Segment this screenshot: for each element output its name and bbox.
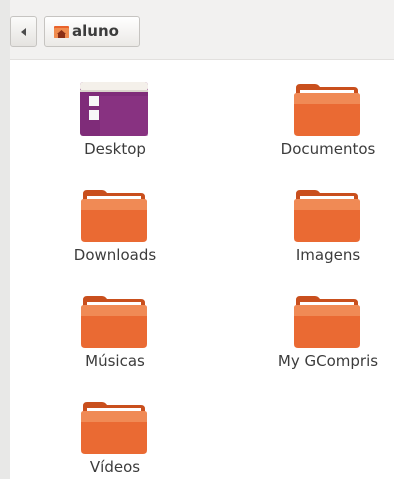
folder-icon	[81, 190, 147, 242]
item-imagens[interactable]: Imagens	[258, 188, 394, 278]
folder-icon	[81, 296, 147, 348]
item-musicas[interactable]: Músicas	[45, 294, 185, 384]
breadcrumb-home[interactable]: aluno	[44, 16, 140, 47]
left-strip	[0, 0, 10, 479]
breadcrumb-label: aluno	[72, 22, 119, 40]
item-label: Desktop	[84, 140, 146, 158]
back-button[interactable]	[10, 16, 37, 47]
item-label: My GCompris	[277, 352, 379, 370]
folder-icon	[294, 84, 360, 136]
item-label: Músicas	[85, 352, 145, 370]
item-downloads[interactable]: Downloads	[45, 188, 185, 278]
item-label: Imagens	[295, 246, 361, 264]
file-manager-window: aluno Desktop Documentos Downloads Image…	[0, 0, 394, 479]
folder-icon	[294, 296, 360, 348]
item-my-gcompris[interactable]: My GCompris	[258, 294, 394, 384]
folder-icon	[81, 402, 147, 454]
item-label: Vídeos	[89, 458, 141, 476]
folder-icon	[294, 190, 360, 242]
home-folder-icon	[54, 26, 69, 38]
item-documentos[interactable]: Documentos	[258, 82, 394, 172]
item-desktop[interactable]: Desktop	[45, 82, 185, 172]
item-label: Downloads	[73, 246, 157, 264]
toolbar: aluno	[10, 0, 394, 60]
item-label: Documentos	[280, 140, 376, 158]
desktop-icon	[80, 82, 148, 136]
item-videos[interactable]: Vídeos	[45, 400, 185, 479]
